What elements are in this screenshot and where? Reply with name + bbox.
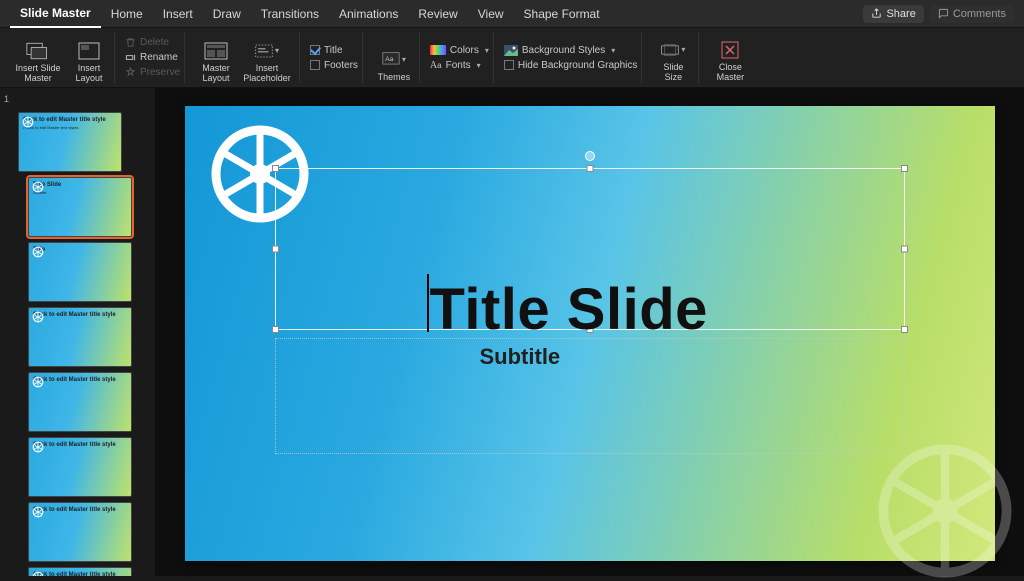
tab-view[interactable]: View [468,0,514,28]
insert-layout-label: Insert Layout [75,64,102,84]
share-button[interactable]: Share [863,5,923,23]
insert-slide-master-button[interactable]: Insert Slide Master [10,32,66,84]
insert-slide-master-label: Insert Slide Master [15,64,60,84]
rename-icon [125,52,136,63]
title-label: Title [324,45,343,56]
insert-layout-button[interactable]: Insert Layout [68,32,110,84]
hide-background-checkbox[interactable]: Hide Background Graphics [504,59,638,72]
thumbnail-2[interactable]: Title [28,242,132,302]
thumbnail-5[interactable]: Click to edit Master title style [28,437,132,497]
share-icon [871,8,882,19]
text-cursor [427,274,429,332]
ribbon: Insert Slide Master Insert Layout Delete… [0,28,1024,88]
slide-canvas-area: Title Slide Subtitle [155,88,1024,576]
tab-home[interactable]: Home [101,0,153,28]
thumbnail-6[interactable]: Click to edit Master title style [28,502,132,562]
resize-handle-ne[interactable] [901,165,908,172]
close-master-label: Close Master [717,63,745,83]
insert-placeholder-button[interactable]: ▾ Insert Placeholder [239,32,295,84]
menu-tabs: Slide Master Home Insert Draw Transition… [0,0,1024,28]
fonts-label: Fonts [446,60,471,71]
resize-handle-nw[interactable] [272,165,279,172]
background-styles-dropdown[interactable]: Background Styles▾ [504,44,615,57]
close-master-button[interactable]: Close Master [709,32,751,83]
delete-button: Delete [125,36,169,49]
watermark-wheel-icon [875,441,1015,581]
thumbnail-0[interactable]: Click to edit Master title style• Click … [18,112,122,172]
thumbnail-panel: 1 Click to edit Master title style• Clic… [0,88,155,576]
tab-slide-master[interactable]: Slide Master [10,0,101,28]
resize-handle-w[interactable] [272,246,279,253]
colors-dropdown[interactable]: Colors▾ [430,44,489,57]
themes-label: Themes [378,73,411,83]
tab-shape-format[interactable]: Shape Format [514,0,610,28]
tab-draw[interactable]: Draw [203,0,251,28]
fonts-icon: Aa [430,60,442,71]
comment-icon [938,8,949,19]
checkbox-icon [310,45,320,55]
share-label: Share [886,8,915,20]
slide-subtitle-text[interactable]: Subtitle [480,344,561,370]
preserve-button: Preserve [125,66,180,79]
resize-handle-n[interactable] [586,165,593,172]
slide-size-label: Slide Size [663,63,683,83]
resize-handle-se[interactable] [901,326,908,333]
checkbox-icon [504,60,514,70]
svg-text:Aa: Aa [385,56,393,63]
preserve-label: Preserve [140,67,180,78]
background-icon [504,45,518,56]
thumbnail-4[interactable]: Click to edit Master title style [28,372,132,432]
themes-button[interactable]: Aa▾ Themes [373,32,415,83]
thumbnail-3[interactable]: Click to edit Master title style [28,307,132,367]
tab-review[interactable]: Review [408,0,467,28]
rotate-handle[interactable] [585,151,595,161]
master-layout-label: Master Layout [202,64,230,84]
resize-handle-sw[interactable] [272,326,279,333]
subtitle-placeholder-outline[interactable] [275,338,905,454]
background-styles-label: Background Styles [522,45,605,56]
resize-handle-e[interactable] [901,246,908,253]
thumbnail-7[interactable]: Click to edit Master title style [28,567,132,576]
master-layout-button[interactable]: Master Layout [195,32,237,84]
title-checkbox[interactable]: Title [310,44,343,57]
tab-insert[interactable]: Insert [153,0,203,28]
master-index: 1 [4,94,9,104]
comments-label: Comments [953,8,1006,20]
tab-transitions[interactable]: Transitions [251,0,329,28]
slide-title-text[interactable]: Title Slide [430,276,708,343]
rename-label: Rename [140,52,178,63]
delete-label: Delete [140,37,169,48]
colors-icon [430,45,446,55]
thumbnail-1[interactable]: Title SlideSubtitle [28,177,132,237]
comments-button[interactable]: Comments [930,5,1014,23]
footers-label: Footers [324,60,358,71]
workspace: 1 Click to edit Master title style• Clic… [0,88,1024,576]
checkbox-icon [310,60,320,70]
insert-placeholder-label: Insert Placeholder [243,64,291,84]
preserve-icon [125,67,136,78]
slide-canvas[interactable]: Title Slide Subtitle [185,106,995,561]
fonts-dropdown[interactable]: Aa Fonts▾ [430,59,481,72]
colors-label: Colors [450,45,479,56]
slide-size-button[interactable]: ▾ Slide Size [652,32,694,83]
rename-button[interactable]: Rename [125,51,178,64]
tab-animations[interactable]: Animations [329,0,408,28]
delete-icon [125,37,136,48]
footers-checkbox[interactable]: Footers [310,59,358,72]
hide-background-label: Hide Background Graphics [518,60,638,71]
